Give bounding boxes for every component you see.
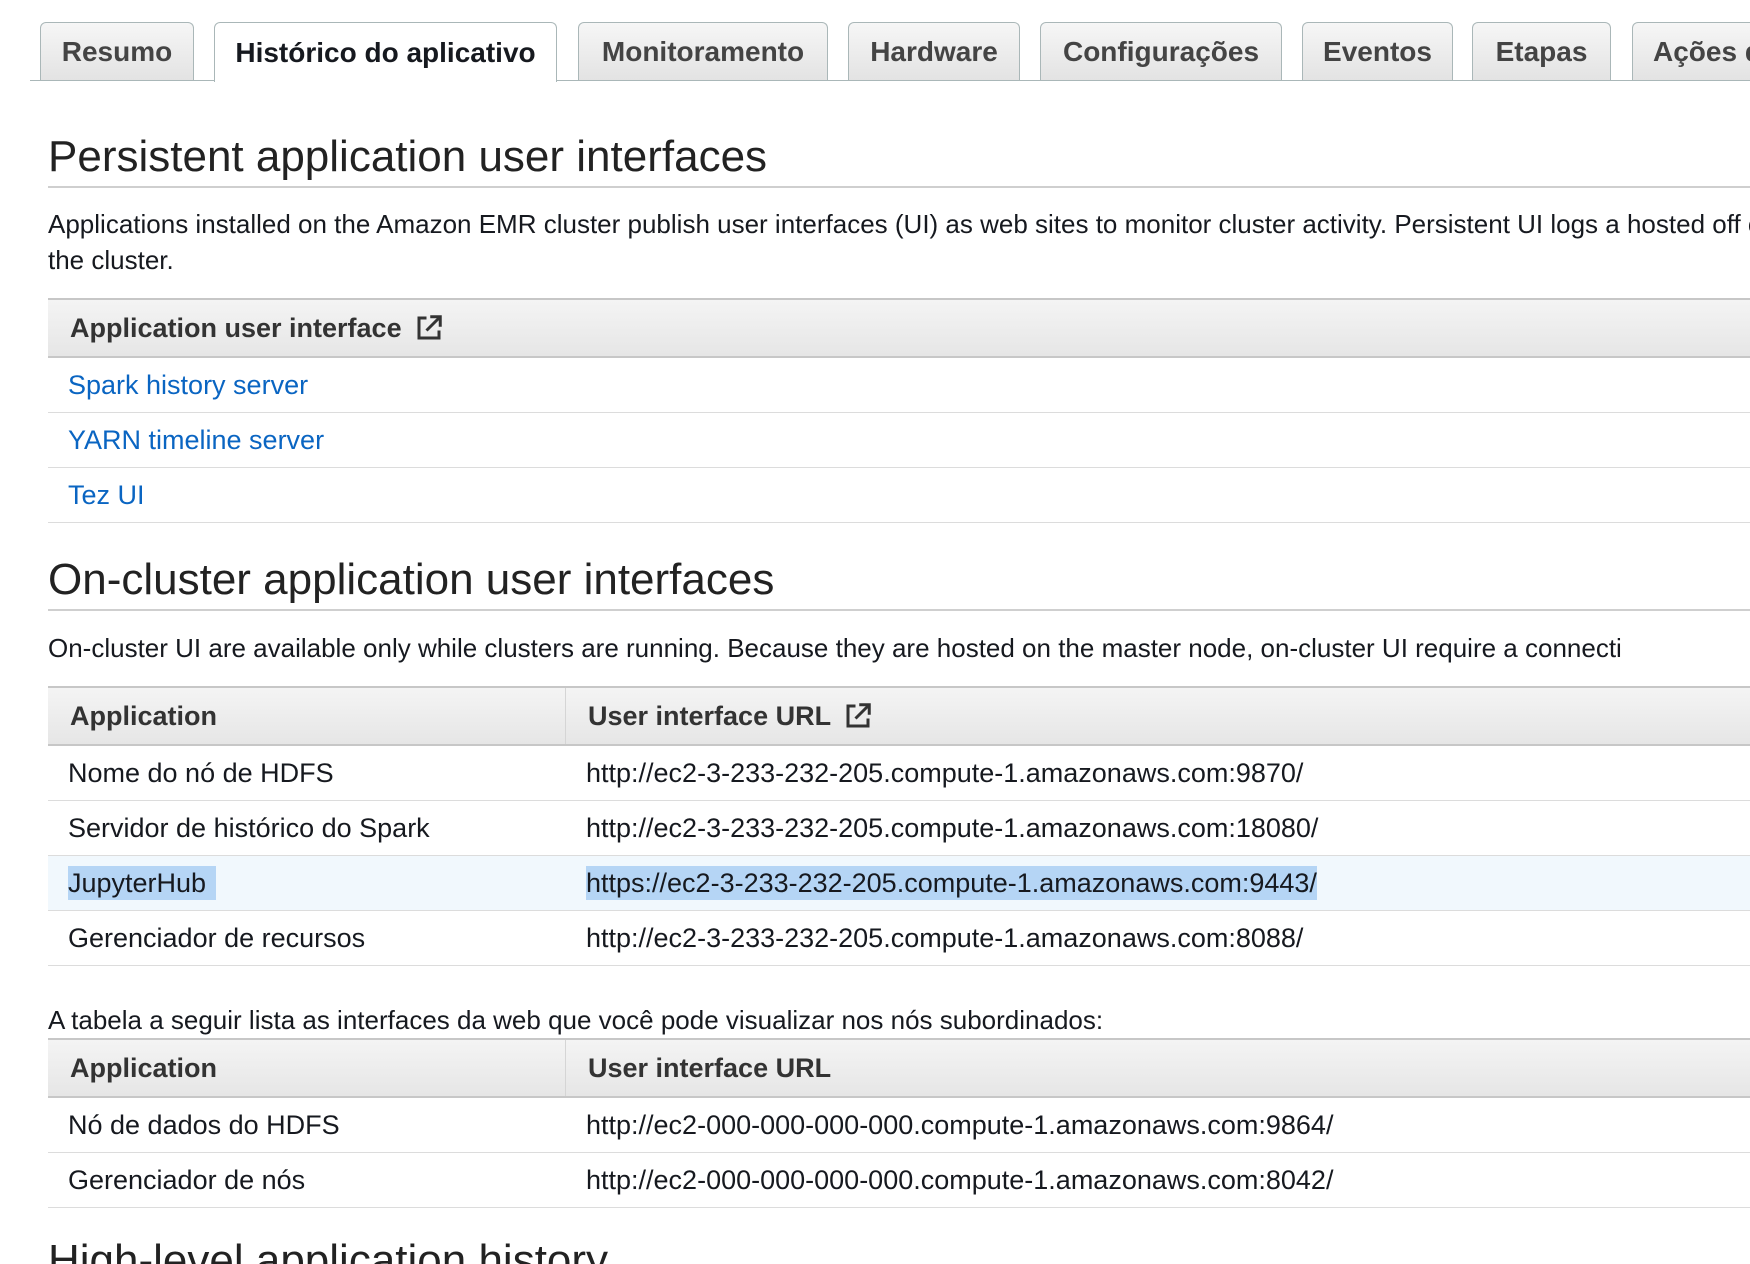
user-interface-url[interactable]: http://ec2-3-233-232-205.compute-1.amazo… — [566, 758, 1750, 789]
application-name: Nó de dados do HDFS — [68, 1109, 340, 1140]
user-interface-url[interactable]: http://ec2-000-000-000-000.compute-1.ama… — [566, 1110, 1750, 1141]
user-interface-url[interactable]: http://ec2-3-233-232-205.compute-1.amazo… — [566, 923, 1750, 954]
persistent-ui-description: Applications installed on the Amazon EMR… — [48, 209, 1750, 275]
table-row: Nó de dados do HDFS http://ec2-000-000-0… — [48, 1098, 1750, 1153]
table-row: Tez UI — [48, 468, 1750, 523]
section-divider — [48, 186, 1750, 188]
high-level-history-title: High-level application history — [48, 1236, 609, 1264]
user-interface-url[interactable]: http://ec2-000-000-000-000.compute-1.ama… — [566, 1165, 1750, 1196]
yarn-timeline-server-link[interactable]: YARN timeline server — [68, 425, 324, 455]
tab-historico-do-aplicativo[interactable]: Histórico do aplicativo — [214, 22, 557, 82]
column-header-user-interface-url: User interface URL — [566, 688, 1750, 744]
application-name: Servidor de histórico do Spark — [68, 812, 430, 843]
subordinate-nodes-intro: A tabela a seguir lista as interfaces da… — [48, 1005, 1104, 1035]
tab-bar: Resumo Histórico do aplicativo Monitoram… — [0, 0, 1750, 82]
tab-configuracoes[interactable]: Configurações — [1040, 22, 1282, 80]
section-divider — [48, 609, 1750, 611]
application-name: Gerenciador de recursos — [68, 922, 366, 953]
application-name: Gerenciador de nós — [68, 1164, 306, 1195]
persistent-ui-table: Application user interface Spark history… — [48, 298, 1750, 523]
on-cluster-ui-description: On-cluster UI are available only while c… — [48, 633, 1622, 663]
on-cluster-ui-title: On-cluster application user interfaces — [48, 555, 775, 604]
tez-ui-link[interactable]: Tez UI — [68, 480, 145, 510]
spark-history-server-link[interactable]: Spark history server — [68, 370, 308, 400]
table-header: Application User interface URL — [48, 1038, 1750, 1098]
tab-resumo[interactable]: Resumo — [40, 22, 194, 80]
application-name: Nome do nó de HDFS — [68, 757, 334, 788]
table-row: Servidor de histórico do Spark http://ec… — [48, 801, 1750, 856]
external-link-icon — [417, 315, 442, 340]
table-row: Gerenciador de recursos http://ec2-3-233… — [48, 911, 1750, 966]
column-header-application: Application — [48, 688, 566, 744]
tab-hardware[interactable]: Hardware — [848, 22, 1020, 80]
emr-application-history-page: Resumo Histórico do aplicativo Monitoram… — [0, 0, 1750, 1264]
tab-acoes-de-bootstrap[interactable]: Ações d — [1632, 22, 1750, 80]
column-header-label: Application user interface — [70, 312, 402, 343]
user-interface-url[interactable]: http://ec2-3-233-232-205.compute-1.amazo… — [566, 813, 1750, 844]
user-interface-url[interactable]: https://ec2-3-233-232-205.compute-1.amaz… — [586, 865, 1317, 900]
tab-eventos[interactable]: Eventos — [1302, 22, 1453, 80]
table-row: Spark history server — [48, 358, 1750, 413]
tab-etapas[interactable]: Etapas — [1472, 22, 1611, 80]
column-header-user-interface-url: User interface URL — [588, 1052, 832, 1083]
column-header-application: Application — [48, 1040, 566, 1096]
persistent-ui-title: Persistent application user interfaces — [48, 132, 768, 181]
table-row: YARN timeline server — [48, 413, 1750, 468]
table-row-selected: JupyterHub https://ec2-3-233-232-205.com… — [48, 856, 1750, 911]
subordinate-nodes-table: Application User interface URL Nó de dad… — [48, 1038, 1750, 1208]
table-row: Nome do nó de HDFS http://ec2-3-233-232-… — [48, 746, 1750, 801]
column-header-label: User interface URL — [588, 700, 832, 731]
external-link-icon — [846, 703, 871, 728]
table-row: Gerenciador de nós http://ec2-000-000-00… — [48, 1153, 1750, 1208]
tab-monitoramento[interactable]: Monitoramento — [578, 22, 828, 80]
table-header: Application User interface URL — [48, 686, 1750, 746]
table-header: Application user interface — [48, 298, 1750, 358]
column-header-application-user-interface: Application user interface — [48, 300, 444, 356]
application-name: JupyterHub — [68, 865, 217, 900]
on-cluster-ui-table: Application User interface URL Nome do n… — [48, 686, 1750, 966]
